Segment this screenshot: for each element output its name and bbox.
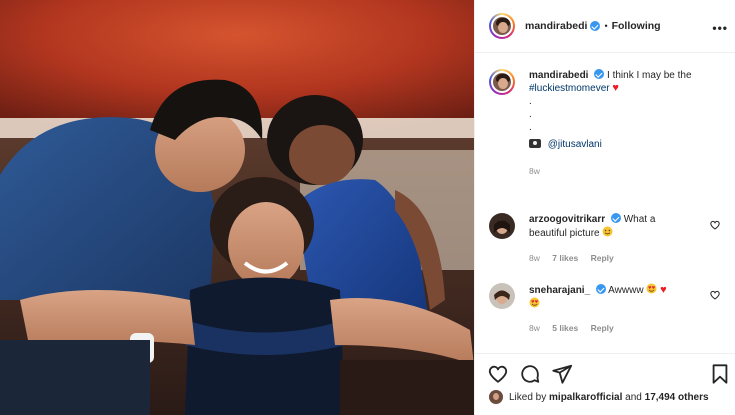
svg-text:♥♥: ♥♥ — [648, 285, 656, 290]
post-side-panel: mandirabedi • Following ••• mandirabedi … — [474, 0, 735, 415]
heart-outline-icon[interactable] — [487, 363, 509, 385]
following-button[interactable]: Following — [612, 20, 661, 32]
post-actions-bar — [475, 353, 735, 389]
verified-badge-icon — [594, 69, 605, 79]
commenter-avatar[interactable] — [489, 283, 515, 309]
photographer-mention[interactable]: @jitusavlani — [548, 139, 602, 150]
caption-username[interactable]: mandirabedi — [529, 70, 588, 81]
heart-eyes-emoji-icon: ♥♥ — [529, 297, 540, 310]
heart-eyes-emoji-icon: ♥♥ — [646, 283, 660, 296]
comment-meta: 8w 7 likes Reply — [529, 253, 624, 263]
commenter-username[interactable]: sneharajani_ — [529, 285, 590, 296]
svg-text:♥♥: ♥♥ — [531, 299, 539, 304]
commenter-username[interactable]: arzoogovitrikarr — [529, 214, 605, 225]
liked-by-joiner: and — [625, 391, 642, 403]
caption-dot: . — [529, 109, 532, 120]
comment-likes-count[interactable]: 5 likes — [552, 323, 578, 333]
like-comment-heart-icon[interactable] — [709, 289, 721, 301]
comment-bubble-icon[interactable] — [519, 363, 541, 385]
red-heart-emoji-icon: ♥ — [612, 82, 619, 94]
comment-age: 8w — [529, 253, 540, 263]
caption-hashtag[interactable]: #luckiestmomever — [529, 83, 610, 94]
author-username[interactable]: mandirabedi — [525, 20, 587, 32]
liked-by-row: Liked by mipalkarofficial and 17,494 oth… — [489, 390, 709, 404]
commenter-avatar[interactable] — [489, 213, 515, 239]
post-photo-image — [0, 0, 474, 415]
bookmark-icon[interactable] — [709, 363, 731, 385]
caption-dot: . — [529, 96, 532, 107]
smiling-face-emoji-icon — [602, 226, 613, 239]
comment-text: Awwww — [608, 285, 644, 296]
author-avatar[interactable] — [489, 13, 515, 39]
more-options-icon[interactable]: ••• — [712, 21, 728, 35]
camera-emoji-icon — [529, 139, 541, 148]
paper-plane-icon[interactable] — [551, 363, 573, 385]
verified-badge-icon — [610, 213, 621, 223]
caption-text: I think I may be the — [607, 70, 692, 81]
post-photo[interactable] — [0, 0, 474, 415]
liked-by-prefix: Liked by — [509, 391, 547, 403]
liked-by-user[interactable]: mipalkarofficial — [549, 392, 622, 403]
like-comment-heart-icon[interactable] — [709, 219, 721, 231]
comment-age: 8w — [529, 323, 540, 333]
separator-dot: • — [604, 21, 608, 31]
comments-section[interactable]: mandirabedi I think I may be the #luckie… — [475, 53, 735, 353]
red-heart-emoji-icon: ♥ — [660, 284, 667, 296]
caption-age: 8w — [529, 166, 540, 176]
reply-button[interactable]: Reply — [591, 253, 614, 263]
liked-by-others[interactable]: 17,494 others — [645, 392, 709, 403]
verified-badge-icon — [595, 284, 606, 294]
comment-text: What a — [623, 214, 656, 225]
post-header: mandirabedi • Following ••• — [475, 0, 735, 53]
comment-meta: 8w 5 likes Reply — [529, 323, 624, 333]
caption-author-avatar[interactable] — [489, 69, 515, 95]
comment-text: beautiful picture — [529, 228, 600, 239]
verified-badge-icon — [590, 21, 601, 31]
liker-avatar[interactable] — [489, 390, 503, 404]
caption-dot: . — [529, 122, 532, 133]
comment-likes-count[interactable]: 7 likes — [552, 253, 578, 263]
reply-button[interactable]: Reply — [591, 323, 614, 333]
